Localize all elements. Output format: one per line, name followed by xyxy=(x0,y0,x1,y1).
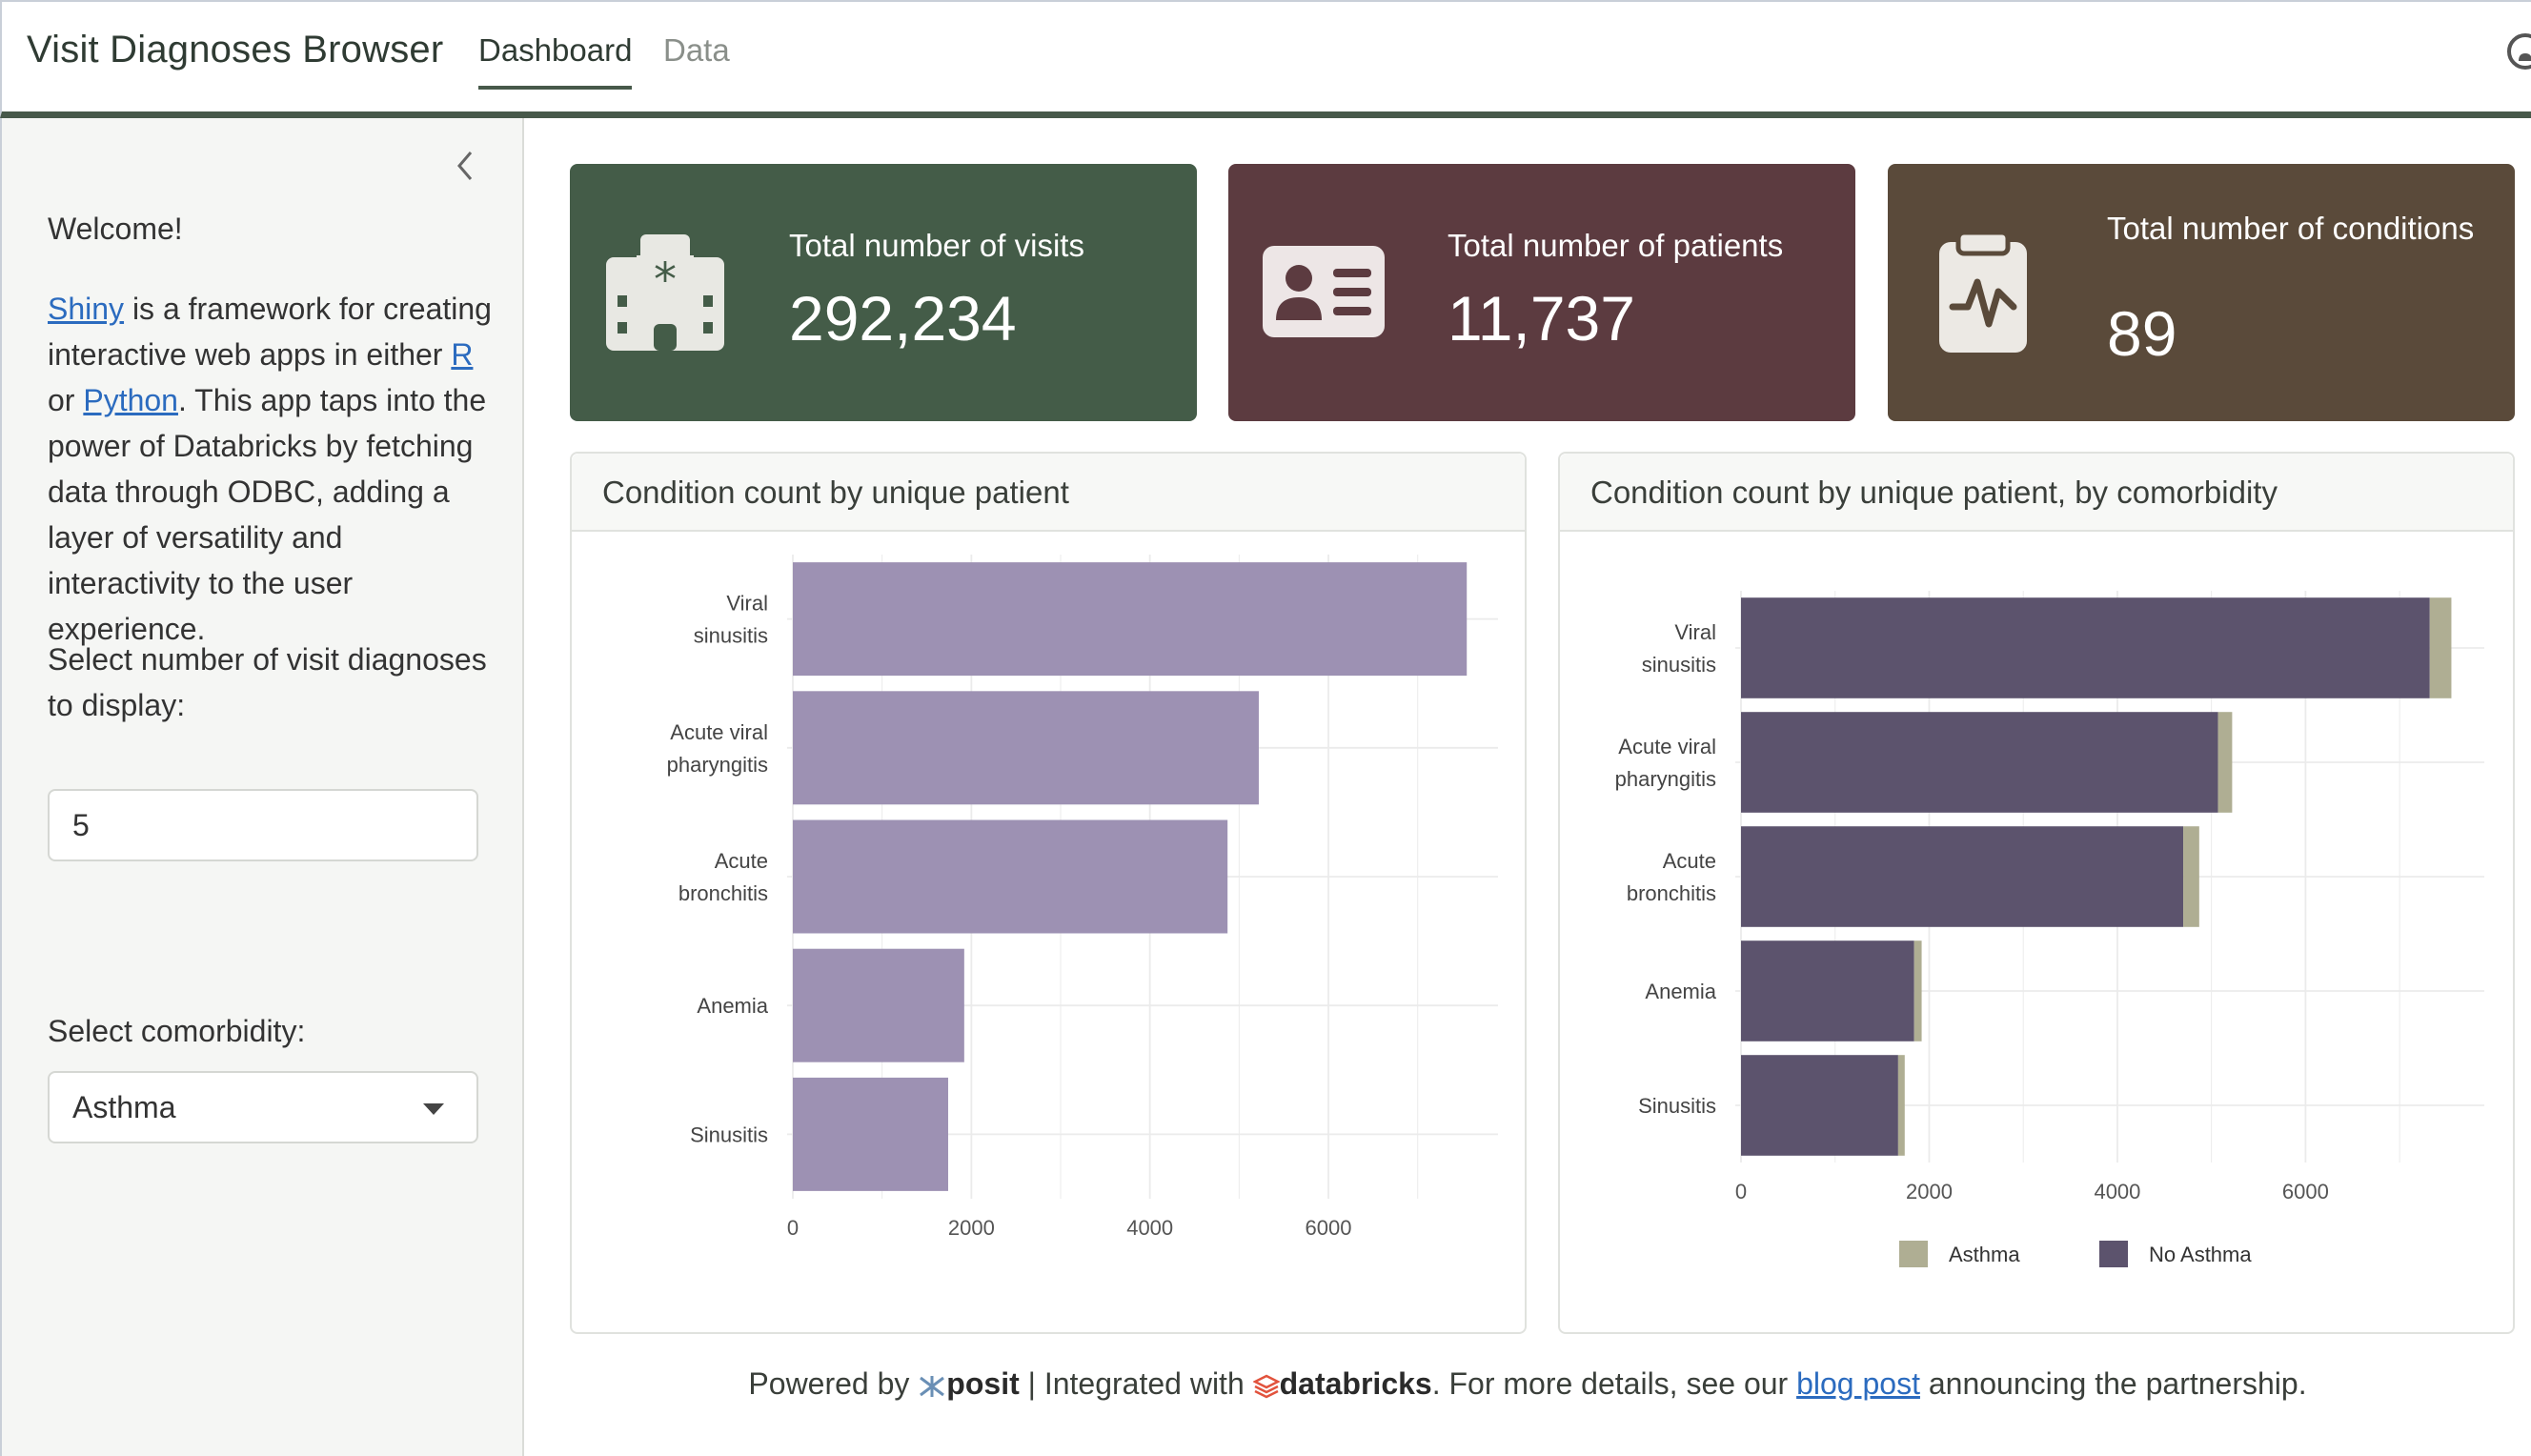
category-label: Sinusitis xyxy=(690,1122,768,1146)
bar xyxy=(793,691,1259,805)
legend-swatch xyxy=(1899,1241,1928,1267)
id-card-icon xyxy=(1263,246,1385,337)
category-label: Acute bronchitis xyxy=(1627,849,1716,905)
comorbidity-selected-value: Asthma xyxy=(72,1090,176,1124)
bar-no-asthma xyxy=(1741,597,2430,698)
category-label: Sinusitis xyxy=(1638,1094,1716,1118)
legend-label: Asthma xyxy=(1949,1243,2020,1266)
databricks-brand: databricks xyxy=(1279,1366,1432,1401)
visits-title: Total number of visits xyxy=(789,228,1084,263)
bar-asthma xyxy=(2183,826,2199,927)
value-box-patients: Total number of patients 11,737 xyxy=(1228,164,1855,421)
category-label: Viral sinusitis xyxy=(694,592,768,648)
app-title: Visit Diagnoses Browser xyxy=(27,29,444,71)
intro-text-3: . This app taps into the power of Databr… xyxy=(48,383,487,646)
card-header: Condition count by unique patient, by co… xyxy=(1560,454,2513,532)
x-tick-label: 2000 xyxy=(948,1216,995,1240)
value-box-conditions: Total number of conditions 89 xyxy=(1888,164,2515,421)
collapse-sidebar-icon[interactable] xyxy=(450,147,480,185)
bar xyxy=(793,1077,948,1191)
github-icon[interactable] xyxy=(2506,32,2531,71)
bar xyxy=(793,948,964,1062)
shiny-link[interactable]: Shiny xyxy=(48,292,124,326)
chevron-down-icon xyxy=(423,1103,444,1115)
bar-asthma xyxy=(2217,712,2233,813)
chart-card-condition-count: Condition count by unique patient Viral s… xyxy=(570,452,1527,1334)
footer-tail: announcing the partnership. xyxy=(1919,1366,2307,1401)
blog-post-link[interactable]: blog post xyxy=(1796,1366,1920,1401)
patients-title: Total number of patients xyxy=(1448,228,1784,263)
sidebar: Welcome! Shiny is a framework for creati… xyxy=(0,118,524,1456)
category-label: Acute viral pharyngitis xyxy=(1615,735,1716,791)
posit-logo-icon xyxy=(920,1375,945,1397)
footer: Powered by posit | Integrated with datab… xyxy=(524,1366,2531,1402)
x-tick-label: 4000 xyxy=(2094,1180,2140,1203)
chart1-title: Condition count by unique patient xyxy=(602,475,1069,510)
comorbidity-select[interactable]: Asthma xyxy=(48,1071,478,1143)
category-label: Acute viral pharyngitis xyxy=(667,720,768,777)
card-header: Condition count by unique patient xyxy=(572,454,1525,532)
footer-integrated: | Integrated with xyxy=(1019,1366,1253,1401)
bar-asthma xyxy=(1897,1055,1905,1156)
x-tick-label: 6000 xyxy=(2282,1180,2329,1203)
comorbidity-chart: Viral sinusitis Acute viral pharyngitis Acut… xyxy=(1615,591,2484,1267)
legend-label: No Asthma xyxy=(2149,1243,2252,1266)
value-box-visits: * Total number of visits 292,234 xyxy=(570,164,1197,421)
svg-text:*: * xyxy=(654,253,677,307)
intro-text-2: or xyxy=(48,383,84,417)
patients-value: 11,737 xyxy=(1448,283,1635,354)
visits-value: 292,234 xyxy=(789,283,1017,354)
tab-data[interactable]: Data xyxy=(663,32,730,86)
welcome-text: Welcome! xyxy=(48,212,183,246)
num-diagnoses-label: Select number of visit diagnoses to disp… xyxy=(48,642,487,722)
bar-asthma xyxy=(1913,940,1922,1041)
legend-swatch xyxy=(2099,1241,2128,1267)
category-label: Viral sinusitis xyxy=(1642,620,1716,677)
num-diagnoses-input[interactable] xyxy=(48,789,478,861)
conditions-title: Total number of conditions xyxy=(2107,211,2475,246)
conditions-value: 89 xyxy=(2107,298,2177,369)
hospital-icon: * xyxy=(606,234,724,351)
python-link[interactable]: Python xyxy=(83,383,178,417)
clipboard-pulse-icon xyxy=(1939,230,2027,353)
footer-powered-by: Powered by xyxy=(748,1366,919,1401)
category-label: Anemia xyxy=(1645,980,1716,1003)
x-tick-label: 6000 xyxy=(1306,1216,1352,1240)
bar-no-asthma xyxy=(1741,712,2218,813)
footer-more: . For more details, see our xyxy=(1431,1366,1797,1401)
bar xyxy=(793,562,1468,677)
r-link[interactable]: R xyxy=(451,337,473,372)
x-tick-label: 4000 xyxy=(1126,1216,1173,1240)
category-label: Anemia xyxy=(697,994,768,1018)
posit-brand: posit xyxy=(946,1366,1020,1401)
databricks-logo-icon xyxy=(1252,1374,1280,1398)
bar-asthma xyxy=(2429,597,2452,698)
bar-no-asthma xyxy=(1741,826,2184,927)
bar xyxy=(793,819,1228,934)
condition-count-chart: Viral sinusitis Acute viral pharyngitis Acut… xyxy=(667,555,1498,1240)
x-tick-label: 0 xyxy=(787,1216,799,1240)
tab-dashboard[interactable]: Dashboard xyxy=(478,32,633,90)
category-label: Acute bronchitis xyxy=(678,849,768,905)
chart-card-comorbidity: Condition count by unique patient, by co… xyxy=(1558,452,2515,1334)
bar-no-asthma xyxy=(1741,1055,1898,1156)
x-tick-label: 0 xyxy=(1735,1180,1747,1203)
chart2-title: Condition count by unique patient, by co… xyxy=(1590,475,2278,510)
intro-paragraph: Shiny is a framework for creating intera… xyxy=(48,286,496,652)
x-tick-label: 2000 xyxy=(1906,1180,1953,1203)
bar-no-asthma xyxy=(1741,940,1914,1041)
comorbidity-label: Select comorbidity: xyxy=(48,1014,306,1048)
navbar: Visit Diagnoses Browser Dashboard Data xyxy=(0,0,2531,118)
